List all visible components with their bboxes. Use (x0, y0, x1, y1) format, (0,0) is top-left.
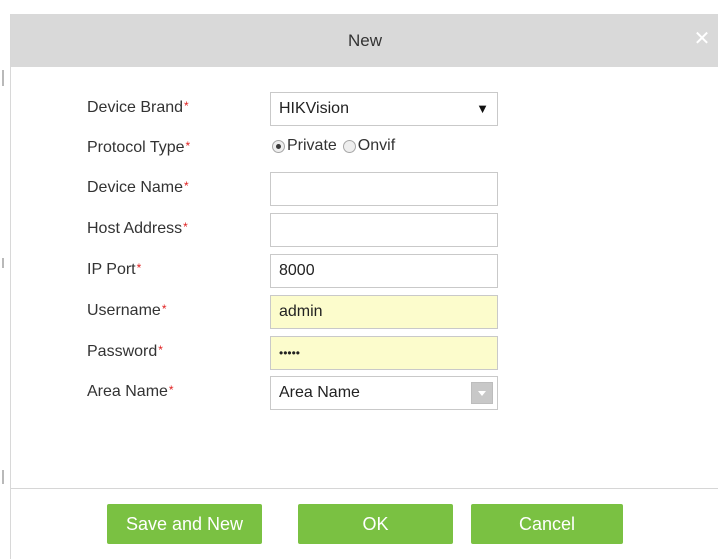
required-marker: * (185, 139, 191, 153)
username-label: Username* (87, 302, 167, 319)
area-name-select[interactable]: Area Name (270, 376, 498, 410)
required-marker: * (161, 302, 167, 316)
required-marker: * (184, 179, 189, 193)
dropdown-arrow-icon[interactable] (471, 382, 493, 404)
device-brand-label: Device Brand* (87, 99, 189, 116)
required-marker: * (158, 343, 163, 357)
device-brand-select[interactable]: HIKVision ▼ (270, 92, 498, 126)
password-row: Password* ••••• (11, 332, 718, 372)
dialog-title: New (347, 31, 382, 50)
device-brand-value: HIKVision (279, 100, 349, 117)
host-address-field[interactable] (270, 213, 498, 247)
edge-mark (2, 470, 4, 484)
close-icon[interactable]: ✕ (693, 28, 711, 50)
edge-mark (2, 258, 4, 268)
device-name-row: Device Name* (11, 168, 718, 208)
password-label: Password* (87, 343, 163, 360)
ip-port-row: IP Port* 8000 (11, 250, 718, 290)
cancel-button[interactable]: Cancel (471, 504, 623, 544)
device-brand-row: Device Brand* HIKVision ▼ (11, 88, 718, 128)
area-name-label: Area Name* (87, 383, 174, 400)
required-marker: * (183, 220, 188, 234)
username-field[interactable]: admin (270, 295, 498, 329)
ip-port-field[interactable]: 8000 (270, 254, 498, 288)
required-marker: * (136, 261, 142, 275)
device-name-label: Device Name* (87, 179, 189, 196)
save-and-new-button[interactable]: Save and New (107, 504, 262, 544)
area-name-row: Area Name* Area Name (11, 372, 718, 412)
chevron-down-icon: ▼ (476, 101, 489, 116)
dialog-titlebar: New ✕ (11, 14, 718, 67)
username-row: Username* admin (11, 291, 718, 331)
footer-divider (11, 488, 718, 489)
required-marker: * (168, 383, 174, 397)
screen: New ✕ Device Brand* HIKVision ▼ Protocol… (0, 0, 718, 559)
new-device-dialog: New ✕ Device Brand* HIKVision ▼ Protocol… (10, 14, 718, 559)
device-name-field[interactable] (270, 172, 498, 206)
edge-mark (2, 70, 4, 86)
protocol-type-label: Protocol Type* (87, 139, 191, 156)
ok-button[interactable]: OK (298, 504, 453, 544)
private-radio-label[interactable]: Private (287, 137, 337, 155)
protocol-type-row: Protocol Type* Private Onvif (11, 128, 718, 168)
password-field[interactable]: ••••• (270, 336, 498, 370)
required-marker: * (184, 99, 189, 113)
area-name-value: Area Name (279, 384, 360, 401)
onvif-radio[interactable] (342, 139, 356, 153)
background-window-edge (0, 0, 10, 559)
protocol-type-radio-group: Private Onvif (272, 137, 401, 155)
host-address-row: Host Address* (11, 209, 718, 249)
private-radio[interactable] (272, 139, 285, 153)
ip-port-label: IP Port* (87, 261, 142, 278)
host-address-label: Host Address* (87, 220, 188, 237)
onvif-radio-label[interactable]: Onvif (358, 137, 395, 155)
